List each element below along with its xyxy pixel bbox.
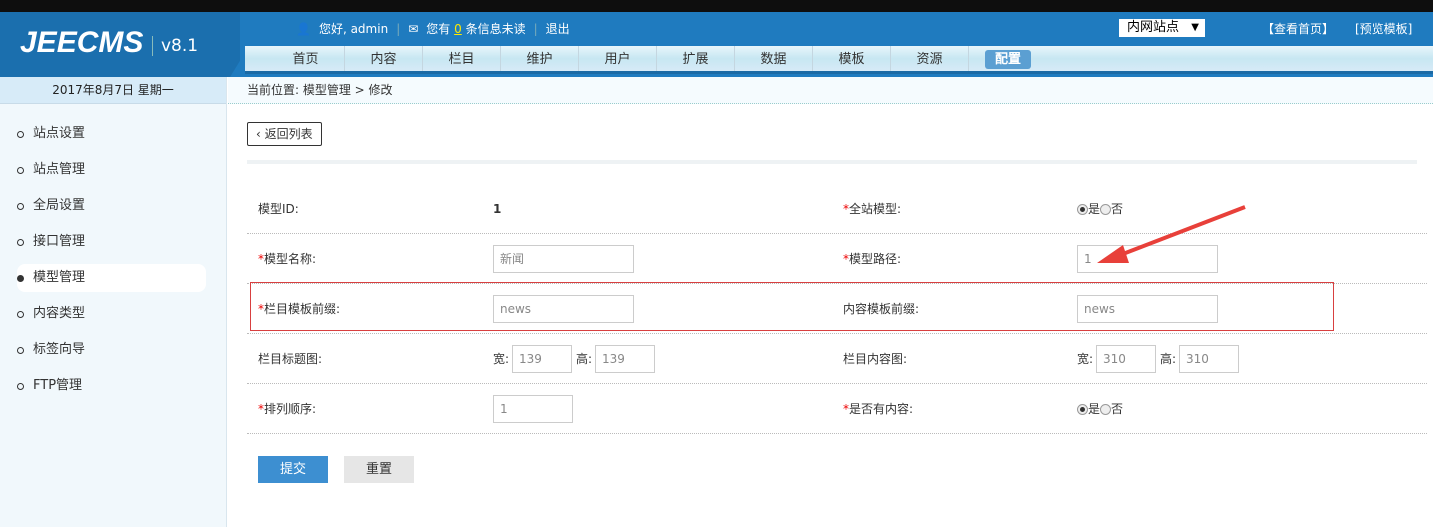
nav-item[interactable]: 数据 [735,46,813,71]
nav-label: 首页 [292,52,319,67]
global-yes-radio[interactable] [1077,203,1088,215]
header: JEECMS v8.1 👤 您好, admin | ✉ 您有 0 条信息未读 |… [0,12,1433,77]
height-label: 高: [1160,352,1177,366]
sidebar-menu: 站点设置站点管理全局设置接口管理模型管理内容类型标签向导 FTP管理 [0,104,226,400]
nav-item[interactable]: 模板 [813,46,891,71]
global-model-label: 全站模型: [849,202,902,216]
annotation-arrow-icon [1097,205,1246,263]
nav-item[interactable]: 用户 [579,46,657,71]
width-label: 宽: [493,352,510,366]
order-label: 排列顺序: [264,402,317,416]
nav-label: 栏目 [448,52,475,67]
sidebar-item[interactable]: 站点管理 [17,156,206,184]
nav-item[interactable]: 扩展 [657,46,735,71]
model-id-label: 模型ID: [258,202,299,216]
back-to-list-button[interactable]: ‹ 返回列表 [247,122,322,146]
site-select[interactable]: 内网站点 ▼ [1119,19,1205,37]
form-row: 模型ID: 1 *全站模型: 是否 [247,184,1427,234]
model-name-input[interactable]: 新闻 [493,245,634,273]
channel-title-height-input[interactable]: 139 [595,345,655,373]
preview-template-link[interactable]: [预览模板] [1355,20,1412,37]
date-display: 2017年8月7日 星期一 [0,77,226,104]
nav-label: 模板 [838,52,865,67]
nav-label: 用户 [604,52,631,67]
version: v8.1 [152,36,198,56]
channel-content-width-input[interactable]: 310 [1096,345,1156,373]
has-content-label: 是否有内容: [849,402,914,416]
channel-title-img-label: 栏目标题图: [258,352,323,366]
divider [247,160,1417,164]
nav-item[interactable]: 内容 [345,46,423,71]
caret-down-icon: ▼ [1191,22,1199,33]
channel-content-img-label: 栏目内容图: [843,352,908,366]
sidebar-item[interactable]: 模型管理 [17,264,206,292]
user-bar: 👤 您好, admin | ✉ 您有 0 条信息未读 | 退出 [296,20,570,37]
sidebar-item[interactable]: 内容类型 [17,300,206,328]
msg-suffix: 条信息未读 [465,22,526,36]
top-strip [0,0,1433,12]
nav-label: 数据 [760,52,787,67]
view-home-link[interactable]: 【查看首页】 [1262,20,1334,37]
sidebar-item[interactable]: 全局设置 [17,192,206,220]
nav-item[interactable]: 资源 [891,46,969,71]
model-path-label: 模型路径: [849,252,902,266]
highlight-box [250,282,1334,331]
form-row: 栏目标题图: 宽: 139 高: 139 栏目内容图: 宽: 310 高: 31… [247,334,1427,384]
sidebar-item[interactable]: 站点设置 [17,120,206,148]
nav-label: 扩展 [682,52,709,67]
nav-item[interactable]: 维护 [501,46,579,71]
sidebar-item[interactable]: 标签向导 [17,336,206,364]
nav-item[interactable]: 配置 [969,46,1047,71]
site-select-value: 内网站点 [1127,20,1180,35]
width-label: 宽: [1077,352,1094,366]
user-icon: 👤 [296,21,311,36]
nav-label: 内容 [370,52,397,67]
has-content-yes-radio[interactable] [1077,403,1088,415]
sidebar-item[interactable]: 接口管理 [17,228,206,256]
channel-title-width-input[interactable]: 139 [512,345,572,373]
sidebar: 2017年8月7日 星期一 站点设置站点管理全局设置接口管理模型管理内容类型标签… [0,77,227,527]
reset-button[interactable]: 重置 [344,456,414,483]
model-name-label: 模型名称: [264,252,317,266]
chevron-left-icon: ‹ [256,127,261,141]
has-content-no-radio[interactable] [1100,403,1112,415]
nav-label: 维护 [526,52,553,67]
logout-link[interactable]: 退出 [546,20,570,37]
back-label: 返回列表 [264,127,313,141]
logo-text: JEECMS [20,26,144,59]
divider: | [396,21,401,36]
order-input[interactable]: 1 [493,395,573,423]
nav-label: 资源 [916,52,943,67]
no-label: 否 [1111,402,1124,416]
divider: | [533,21,538,36]
message-count-link[interactable]: 0 [454,22,462,36]
form-row: *排列顺序: 1 *是否有内容: 是否 [247,384,1427,434]
mail-icon: ✉ [408,21,419,36]
greeting: 您好, admin [318,22,389,36]
nav-label: 配置 [984,50,1031,69]
breadcrumb: 当前位置: 模型管理 > 修改 [228,77,1433,104]
sidebar-item[interactable]: FTP管理 [17,372,206,400]
nav-item[interactable]: 栏目 [423,46,501,71]
height-label: 高: [576,352,593,366]
main-nav: 首页 内容 栏目 维护 用户 扩展 数据 模板 资源 配置 [245,46,1433,74]
msg-prefix: 您有 [426,22,451,36]
model-id-value: 1 [493,202,502,216]
yes-label: 是 [1088,402,1101,416]
nav-item[interactable]: 首页 [267,46,345,71]
channel-content-height-input[interactable]: 310 [1179,345,1239,373]
form-row: *模型名称: 新闻 *模型路径: 1 [247,234,1427,284]
submit-button[interactable]: 提交 [258,456,328,483]
logo: JEECMS v8.1 [0,12,240,77]
